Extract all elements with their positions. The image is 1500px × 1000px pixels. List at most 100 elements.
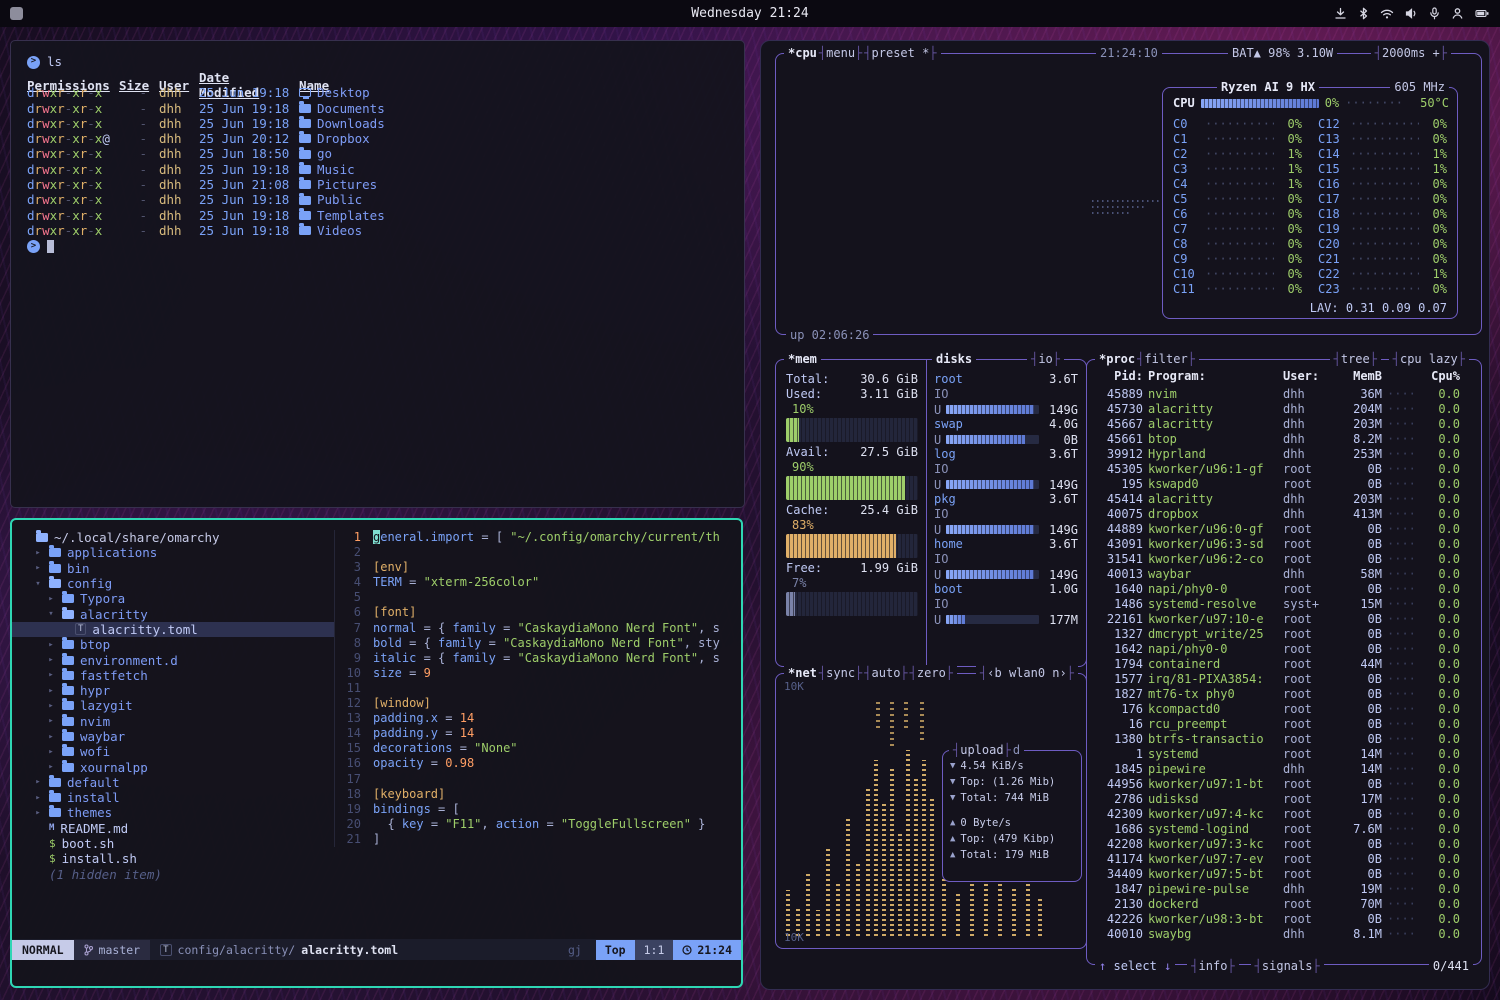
code-line[interactable]: 8bold = { family = "CaskaydiaMono Nerd F… xyxy=(335,636,741,651)
cpu-lazy-toggle[interactable]: cpu lazy xyxy=(1389,351,1469,368)
process-row[interactable]: 176kcompactd0root0B······0.0 xyxy=(1097,701,1471,716)
process-row[interactable]: 31541kworker/u96:2-coroot0B······0.0 xyxy=(1097,551,1471,566)
preset-button[interactable]: preset * xyxy=(864,45,936,62)
col-cpu[interactable]: Cpu% xyxy=(1422,369,1460,383)
signals-button[interactable]: signals xyxy=(1251,959,1324,973)
tree-item[interactable]: ▸bin xyxy=(12,561,334,576)
code-line[interactable]: 12[window] xyxy=(335,696,741,711)
code-line[interactable]: 5 xyxy=(335,590,741,605)
tree-item[interactable]: ▸xournalpp xyxy=(12,759,334,774)
code-line[interactable]: 1general.import = [ "~/.config/omarchy/c… xyxy=(335,530,741,545)
tree-item[interactable]: ▸hypr xyxy=(12,683,334,698)
git-branch[interactable]: master xyxy=(74,940,151,960)
col-pid[interactable]: Pid: xyxy=(1097,369,1143,383)
code-line[interactable]: 21] xyxy=(335,832,741,847)
tree-item[interactable]: ▸waybar xyxy=(12,729,334,744)
process-row[interactable]: 40075dropboxdhh413M······0.0 xyxy=(1097,506,1471,521)
sync-button[interactable]: sync xyxy=(819,665,862,682)
code-line[interactable]: 4TERM = "xterm-256color" xyxy=(335,575,741,590)
process-row[interactable]: 2786udisksdroot17M······0.0 xyxy=(1097,791,1471,806)
tree-item[interactable]: ▸default xyxy=(12,775,334,790)
process-row[interactable]: 1systemdroot14M······0.0 xyxy=(1097,746,1471,761)
code-line[interactable]: 20 { key = "F11", action = "ToggleFullsc… xyxy=(335,817,741,832)
process-row[interactable]: 45889nvimdhh36M······0.0 xyxy=(1097,386,1471,401)
col-memb[interactable]: MemB xyxy=(1336,369,1382,383)
tree-item[interactable]: ▸nvim xyxy=(12,714,334,729)
code-line[interactable]: 2 xyxy=(335,545,741,560)
code-line[interactable]: 17 xyxy=(335,772,741,787)
tree-toggle[interactable]: tree xyxy=(1330,351,1381,368)
tree-item[interactable]: ~/.local/share/omarchy xyxy=(12,530,334,545)
code-line[interactable]: 18[keyboard] xyxy=(335,787,741,802)
code-line[interactable]: 15decorations = "None" xyxy=(335,741,741,756)
tree-item[interactable]: ▸install xyxy=(12,790,334,805)
tree-item[interactable]: Talacritty.toml xyxy=(12,622,334,637)
process-row[interactable]: 34409kworker/u97:5-btroot0B······0.0 xyxy=(1097,866,1471,881)
tree-item[interactable]: ▸wofi xyxy=(12,744,334,759)
filter-button[interactable]: filter xyxy=(1137,351,1195,368)
battery-icon[interactable] xyxy=(1475,7,1490,20)
process-row[interactable]: 195kswapd0root0B······0.0 xyxy=(1097,476,1471,491)
process-row[interactable]: 1794containerdroot44M······0.0 xyxy=(1097,656,1471,671)
process-row[interactable]: 1577irq/81-PIXA3854:root0B······0.0 xyxy=(1097,671,1471,686)
wifi-icon[interactable] xyxy=(1380,7,1394,20)
interface-switcher[interactable]: ‹b wlan0 n› xyxy=(976,665,1078,682)
update-interval[interactable]: 2000ms + xyxy=(1371,45,1451,62)
process-row[interactable]: 45667alacrittydhh203M······0.0 xyxy=(1097,416,1471,431)
tree-item[interactable]: $boot.sh xyxy=(12,836,334,851)
process-row[interactable]: 44956kworker/u97:1-btroot0B······0.0 xyxy=(1097,776,1471,791)
tree-item[interactable]: ▸Typora xyxy=(12,591,334,606)
process-row[interactable]: 2130dockerdroot70M······0.0 xyxy=(1097,896,1471,911)
process-row[interactable]: 1847pipewire-pulsedhh19M······0.0 xyxy=(1097,881,1471,896)
process-row[interactable]: 42226kworker/u98:3-btroot0B······0.0 xyxy=(1097,911,1471,926)
user-icon[interactable] xyxy=(1451,7,1464,20)
process-row[interactable]: 1827mt76-tx phy0root0B······0.0 xyxy=(1097,686,1471,701)
bluetooth-icon[interactable] xyxy=(1358,7,1369,20)
app-launcher-icon[interactable] xyxy=(10,7,23,20)
volume-icon[interactable] xyxy=(1405,7,1418,20)
process-row[interactable]: 1640napi/phy0-0root0B······0.0 xyxy=(1097,581,1471,596)
code-line[interactable]: 10size = 9 xyxy=(335,666,741,681)
code-line[interactable]: 14padding.y = 14 xyxy=(335,726,741,741)
process-row[interactable]: 45305kworker/u96:1-gfroot0B······0.0 xyxy=(1097,461,1471,476)
tree-item[interactable]: (1 hidden item) xyxy=(12,867,334,882)
process-row[interactable]: 45414alacrittydhh203M······0.0 xyxy=(1097,491,1471,506)
process-row[interactable]: 40010swaybgdhh8.1M······0.0 xyxy=(1097,926,1471,941)
code-line[interactable]: 3[env] xyxy=(335,560,741,575)
prompt-line-empty[interactable] xyxy=(27,238,728,254)
zero-button[interactable]: zero xyxy=(910,665,953,682)
col-user[interactable]: User: xyxy=(1283,369,1331,383)
io-toggle[interactable]: io xyxy=(1027,351,1064,368)
tree-item[interactable]: ▸fastfetch xyxy=(12,668,334,683)
tree-item[interactable]: MREADME.md xyxy=(12,821,334,836)
process-row[interactable]: 42309kworker/u97:4-kcroot0B······0.0 xyxy=(1097,806,1471,821)
code-line[interactable]: 13padding.x = 14 xyxy=(335,711,741,726)
process-row[interactable]: 1327dmcrypt_write/25root0B······0.0 xyxy=(1097,626,1471,641)
code-line[interactable]: 11 xyxy=(335,681,741,696)
auto-button[interactable]: auto xyxy=(864,665,907,682)
process-row[interactable]: 1380btrfs-transactioroot0B······0.0 xyxy=(1097,731,1471,746)
tree-item[interactable]: ▸themes xyxy=(12,805,334,820)
tree-item[interactable]: ▾alacritty xyxy=(12,606,334,621)
code-line[interactable]: 16opacity = 0.98 xyxy=(335,756,741,771)
tree-item[interactable]: ▸environment.d xyxy=(12,652,334,667)
info-button[interactable]: info xyxy=(1187,959,1238,973)
process-row[interactable]: 40013waybardhh58M······0.0 xyxy=(1097,566,1471,581)
code-line[interactable]: 9italic = { family = "CaskaydiaMono Nerd… xyxy=(335,651,741,666)
process-row[interactable]: 1686systemd-logindroot7.6M······0.0 xyxy=(1097,821,1471,836)
microphone-icon[interactable] xyxy=(1429,7,1440,20)
process-row[interactable]: 22161kworker/u97:10-eroot0B······0.0 xyxy=(1097,611,1471,626)
tree-item[interactable]: $install.sh xyxy=(12,851,334,866)
code-line[interactable]: 7normal = { family = "CaskaydiaMono Nerd… xyxy=(335,621,741,636)
menu-button[interactable]: menu xyxy=(819,45,862,62)
tree-item[interactable]: ▸lazygit xyxy=(12,698,334,713)
process-row[interactable]: 1642napi/phy0-0root0B······0.0 xyxy=(1097,641,1471,656)
process-row[interactable]: 1845pipewiredhh14M······0.0 xyxy=(1097,761,1471,776)
code-line[interactable]: 19bindings = [ xyxy=(335,802,741,817)
select-control[interactable]: ↑ select ↓ xyxy=(1095,959,1175,973)
code-line[interactable]: 6[font] xyxy=(335,605,741,620)
process-row[interactable]: 16rcu_preemptroot0B······0.0 xyxy=(1097,716,1471,731)
process-row[interactable]: 41174kworker/u97:7-evroot0B······0.0 xyxy=(1097,851,1471,866)
process-row[interactable]: 43091kworker/u96:3-sdroot0B······0.0 xyxy=(1097,536,1471,551)
process-row[interactable]: 39912Hyprlanddhh253M······0.0 xyxy=(1097,446,1471,461)
